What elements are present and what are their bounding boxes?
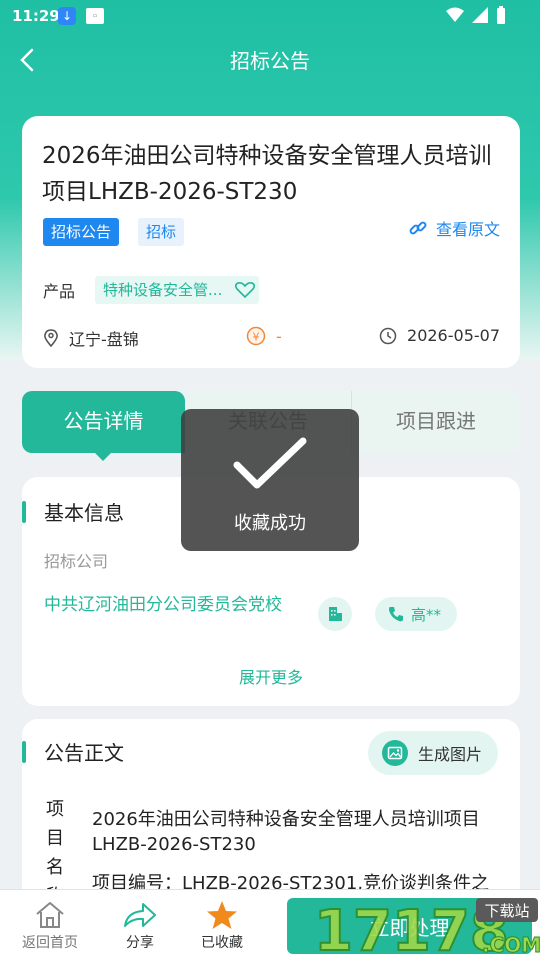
app-notification-icon: ▭ [86,8,104,24]
company-building-button[interactable] [318,597,352,631]
status-icons [446,6,506,24]
announcement-body-card: 公告正文 生成图片 项目名称: 2026年油田公司特种设备安全管理人员培训项目L… [22,719,520,909]
announcement-body-title: 公告正文 [44,741,124,765]
page-title: 招标公告 [230,49,310,73]
view-original-link[interactable]: 查看原文 [408,216,500,240]
toast-message: 收藏成功 [234,513,306,534]
project-name-value: 2026年油田公司特种设备安全管理人员培训项目LHZB-2026-ST230 [92,809,480,855]
building-icon [329,607,342,621]
budget-text: - [276,326,282,346]
date-row: 2026-05-07 [379,326,500,345]
tab-project-follow-up[interactable]: 项目跟进 [351,391,520,453]
checkmark-icon [233,437,307,489]
project-title: 2026年油田公司特种设备安全管理人员培训项目LHZB-2026-ST230 [42,143,492,205]
status-time: 11:29 [12,7,60,25]
product-value: 特种设备安全管... [103,281,223,299]
generate-image-label: 生成图片 [417,745,482,764]
currency-yen-icon: ¥ [246,326,266,346]
bottom-action-bar: 返回首页 分享 已收藏 立即处理 17178 .COM 下载站 [0,889,540,960]
view-original-label: 查看原文 [435,220,500,239]
svg-text:¥: ¥ [253,331,260,344]
contact-phone-button[interactable]: 高** [375,597,458,631]
favorited-button[interactable]: 已收藏 [182,898,262,952]
battery-icon [497,6,505,24]
home-label: 返回首页 [22,935,78,951]
share-button[interactable]: 分享 [100,898,180,952]
clock-icon [379,327,397,344]
heart-icon[interactable] [231,280,259,300]
star-filled-icon [207,901,237,929]
contact-name: 高** [411,605,442,624]
project-info-card: 2026年油田公司特种设备安全管理人员培训项目LHZB-2026-ST230 招… [22,116,520,368]
date-text: 2026-05-07 [407,326,500,345]
company-label: 招标公司 [44,552,109,571]
location-text: 辽宁-盘锦 [69,330,139,349]
link-icon [409,221,427,235]
share-icon [124,903,156,927]
generate-image-button[interactable]: 生成图片 [367,731,498,775]
product-tag[interactable]: 特种设备安全管... [95,276,259,304]
nav-bar: 招标公告 [0,34,540,84]
phone-icon [389,607,403,622]
budget-row: ¥ - [246,326,282,346]
status-bar: 11:29 ↓ ▭ [0,0,540,34]
wifi-icon [446,7,464,22]
back-to-home-button[interactable]: 返回首页 [10,898,90,952]
process-now-label: 立即处理 [369,915,450,940]
process-now-button[interactable]: 立即处理 [287,898,532,954]
basic-info-title: 基本信息 [44,501,124,525]
location-row: 辽宁-盘锦 [43,326,139,350]
location-pin-icon [44,329,58,347]
section-accent-bar [22,501,26,523]
signal-icon [472,7,488,23]
section-accent-bar [22,741,26,763]
tag-tender-announcement: 招标公告 [43,218,120,246]
home-icon [36,902,64,928]
company-name-link[interactable]: 中共辽河油田分公司委员会党校 [44,594,294,617]
product-label: 产品 [43,282,76,301]
favorite-success-toast: 收藏成功 [181,409,359,551]
tag-tender: 招标 [138,218,185,246]
expand-more-link[interactable]: 展开更多 [22,664,520,688]
favorited-label: 已收藏 [201,935,243,951]
share-label: 分享 [126,935,154,951]
download-icon: ↓ [58,7,76,25]
tab-announcement-detail[interactable]: 公告详情 [22,391,185,461]
image-icon [381,740,408,766]
